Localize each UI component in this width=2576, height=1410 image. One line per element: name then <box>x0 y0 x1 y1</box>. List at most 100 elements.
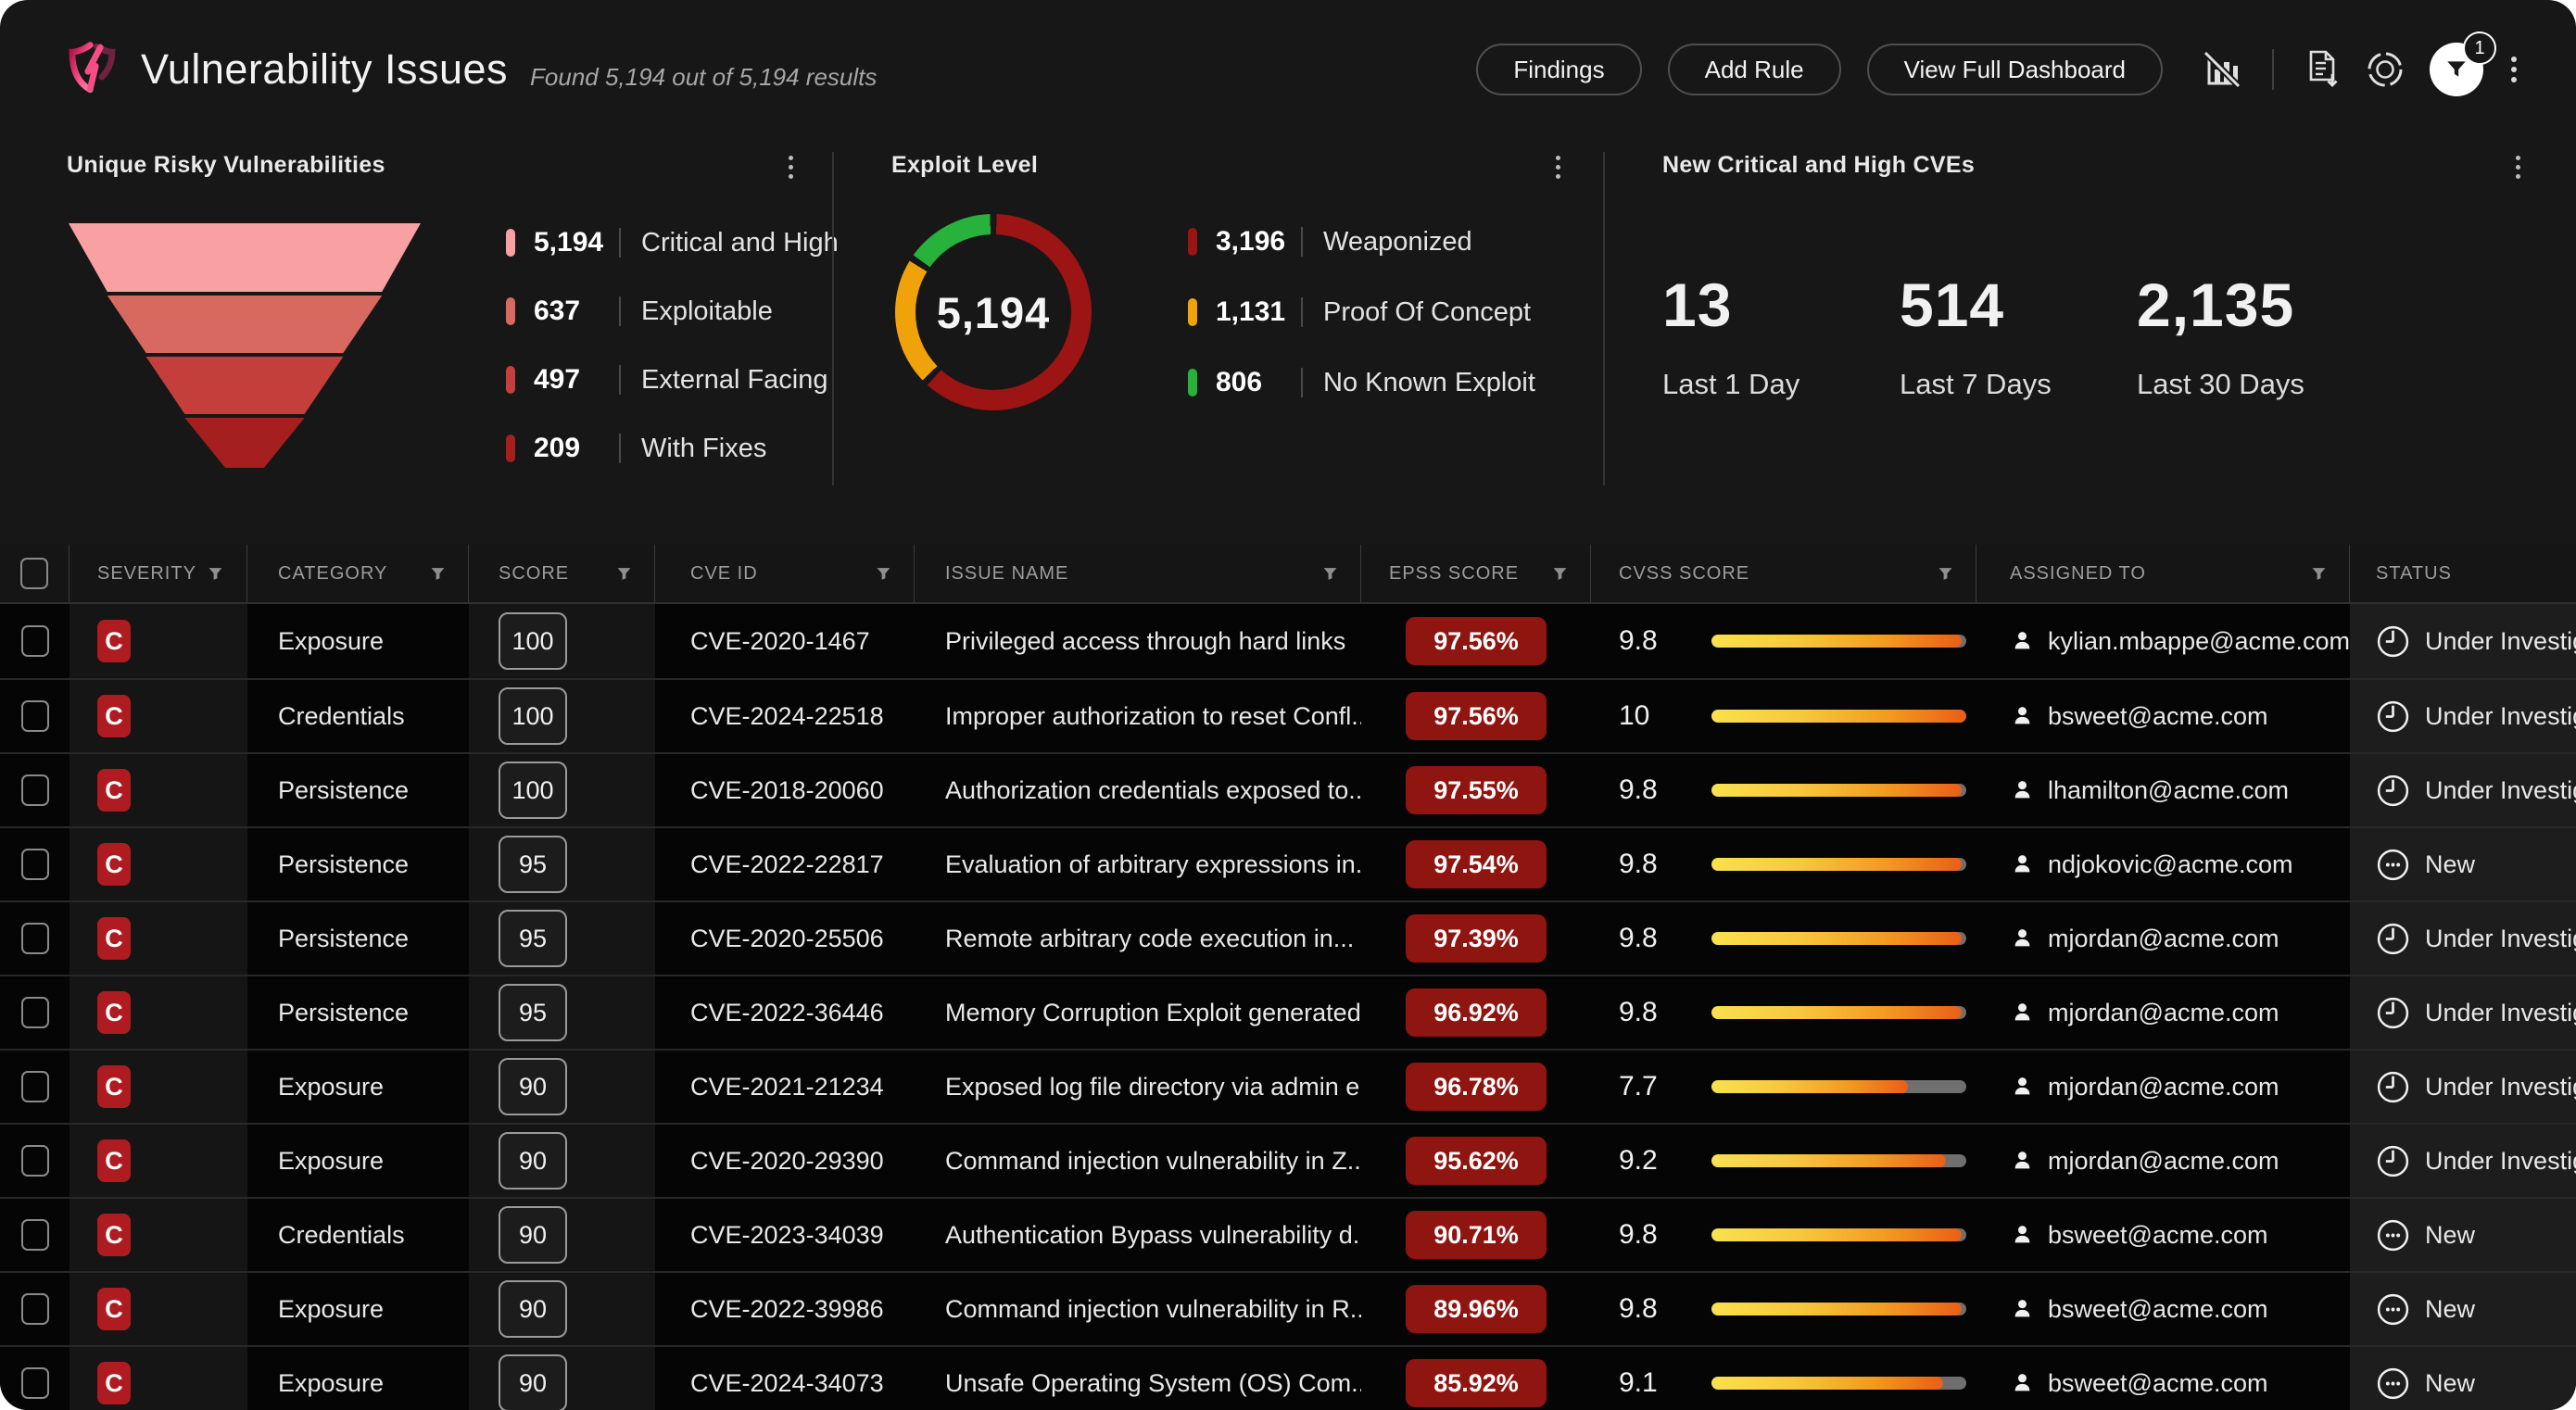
select-all-checkbox[interactable] <box>20 558 48 589</box>
column-header-epss-score[interactable]: EPSS SCORE <box>1361 545 1591 602</box>
chart-disabled-icon[interactable] <box>2202 49 2242 90</box>
assigned-to-cell: bsweet@acme.com <box>2048 1295 2268 1324</box>
row-checkbox[interactable] <box>21 1071 49 1102</box>
row-checkbox[interactable] <box>21 1145 49 1177</box>
row-checkbox[interactable] <box>21 774 49 806</box>
header-kebab-menu-icon[interactable] <box>2507 53 2520 86</box>
add-rule-button[interactable]: Add Rule <box>1668 44 1841 95</box>
panel-kebab-menu-icon[interactable] <box>785 152 797 183</box>
score-box: 90 <box>499 1280 567 1338</box>
column-header-issue-name[interactable]: ISSUE NAME <box>915 545 1361 602</box>
funnel-segment <box>69 418 421 468</box>
filter-funnel-icon[interactable] <box>208 566 223 582</box>
table-row[interactable]: C Persistence 95 CVE-2022-36446 Memory C… <box>0 975 2576 1049</box>
funnel-segment <box>69 296 421 353</box>
cvss-score-value: 10 <box>1619 700 1678 732</box>
filter-funnel-icon[interactable] <box>876 566 891 582</box>
column-header-status[interactable]: STATUS <box>2350 545 2576 602</box>
under-investigation-clock-icon <box>2376 1144 2410 1178</box>
epss-score-badge: 97.56% <box>1406 617 1547 665</box>
filter-funnel-icon[interactable] <box>616 566 632 582</box>
column-header-severity[interactable]: SEVERITY <box>69 545 247 602</box>
epss-score-badge: 97.54% <box>1406 840 1547 888</box>
panel-kebab-menu-icon[interactable] <box>2512 152 2524 183</box>
export-report-icon[interactable] <box>2304 49 2341 90</box>
issue-name-cell: Improper authorization to reset Confl... <box>945 702 1361 731</box>
score-box: 90 <box>499 1058 567 1115</box>
person-icon <box>2010 1371 2035 1396</box>
issue-name-cell: Unsafe Operating System (OS) Com... <box>945 1369 1361 1398</box>
epss-score-badge: 97.56% <box>1406 692 1547 740</box>
epss-score-badge: 97.39% <box>1406 914 1547 963</box>
cvss-score-bar-fill <box>1711 1303 1962 1316</box>
table-row[interactable]: C Exposure 90 CVE-2024-34073 Unsafe Oper… <box>0 1345 2576 1410</box>
view-full-dashboard-button[interactable]: View Full Dashboard <box>1867 44 2163 95</box>
table-row[interactable]: C Exposure 90 CVE-2022-39986 Command inj… <box>0 1271 2576 1345</box>
cvss-score-bar-fill <box>1711 1006 1962 1019</box>
table-row[interactable]: C Exposure 90 CVE-2021-21234 Exposed log… <box>0 1049 2576 1123</box>
status-cell: Under Investigation <box>2425 627 2576 656</box>
cvss-score-bar-fill <box>1711 784 1962 797</box>
legend-marker <box>1188 298 1197 326</box>
row-checkbox[interactable] <box>21 700 49 732</box>
cvss-score-bar-fill <box>1711 1377 1943 1390</box>
person-icon <box>2010 629 2035 654</box>
funnel-chart <box>69 223 421 468</box>
filter-funnel-icon[interactable] <box>1322 566 1338 582</box>
severity-badge: C <box>97 991 131 1034</box>
column-header-cvss-score[interactable]: CVSS SCORE <box>1591 545 1976 602</box>
table-row[interactable]: C Persistence 100 CVE-2018-20060 Authori… <box>0 752 2576 826</box>
legend-separator <box>1301 297 1303 327</box>
findings-button[interactable]: Findings <box>1476 44 1641 95</box>
cve-id-cell: CVE-2022-36446 <box>690 999 884 1027</box>
table-row[interactable]: C Credentials 100 CVE-2024-22518 Imprope… <box>0 678 2576 752</box>
user-avatar[interactable]: 1 <box>2430 43 2483 96</box>
legend-item: 3,196Weaponized <box>1188 226 1535 258</box>
stat-last-1-day: 13 Last 1 Day <box>1662 270 1900 401</box>
column-header-category[interactable]: CATEGORY <box>247 545 469 602</box>
filter-funnel-icon[interactable] <box>430 566 446 582</box>
status-cell: Under Investigation <box>2425 999 2576 1027</box>
legend-label: Proof Of Concept <box>1323 297 1531 328</box>
cvss-score-bar <box>1711 932 1966 945</box>
table-row[interactable]: C Persistence 95 CVE-2022-22817 Evaluati… <box>0 826 2576 900</box>
table-body: C Exposure 100 CVE-2020-1467 Privileged … <box>0 604 2576 1410</box>
cvss-score-value: 9.8 <box>1619 923 1678 954</box>
new-status-dots-icon <box>2376 848 2410 882</box>
column-header-score[interactable]: SCORE <box>469 545 655 602</box>
row-checkbox[interactable] <box>21 997 49 1028</box>
scan-icon[interactable] <box>2365 49 2406 90</box>
severity-badge: C <box>97 1362 131 1404</box>
score-box: 95 <box>499 910 567 967</box>
legend-value: 637 <box>534 296 613 327</box>
column-header-assigned-to[interactable]: ASSIGNED TO <box>1976 545 2350 602</box>
issue-name-cell: Command injection vulnerability in Z... <box>945 1147 1361 1176</box>
row-checkbox[interactable] <box>21 923 49 954</box>
summary-panels: Unique Risky Vulnerabilities 5,194Critic… <box>0 139 2576 519</box>
new-status-dots-icon <box>2376 1292 2410 1327</box>
row-checkbox[interactable] <box>21 1367 49 1399</box>
under-investigation-clock-icon <box>2376 922 2410 956</box>
row-checkbox[interactable] <box>21 1219 49 1251</box>
row-checkbox[interactable] <box>21 1293 49 1325</box>
epss-score-badge: 97.55% <box>1406 766 1547 814</box>
legend-marker <box>506 229 515 257</box>
new-status-dots-icon <box>2376 1366 2410 1401</box>
table-row[interactable]: C Exposure 90 CVE-2020-29390 Command inj… <box>0 1123 2576 1197</box>
cvss-score-bar <box>1711 784 1966 797</box>
panel-kebab-menu-icon[interactable] <box>1552 152 1564 183</box>
legend-label: Critical and High <box>641 228 839 258</box>
score-box: 90 <box>499 1132 567 1190</box>
table-row[interactable]: C Credentials 90 CVE-2023-34039 Authenti… <box>0 1197 2576 1271</box>
row-checkbox[interactable] <box>21 849 49 880</box>
stat-value: 13 <box>1662 270 1900 340</box>
new-status-dots-icon <box>2376 1218 2410 1253</box>
row-checkbox[interactable] <box>21 625 49 657</box>
table-row[interactable]: C Persistence 95 CVE-2020-25506 Remote a… <box>0 900 2576 975</box>
filter-funnel-icon[interactable] <box>1552 566 1568 582</box>
table-row[interactable]: C Exposure 100 CVE-2020-1467 Privileged … <box>0 604 2576 678</box>
filter-funnel-icon[interactable] <box>1938 566 1953 582</box>
column-header-cve-id[interactable]: CVE ID <box>655 545 915 602</box>
filter-funnel-icon[interactable] <box>2311 566 2327 582</box>
cvss-score-bar-fill <box>1711 635 1962 648</box>
